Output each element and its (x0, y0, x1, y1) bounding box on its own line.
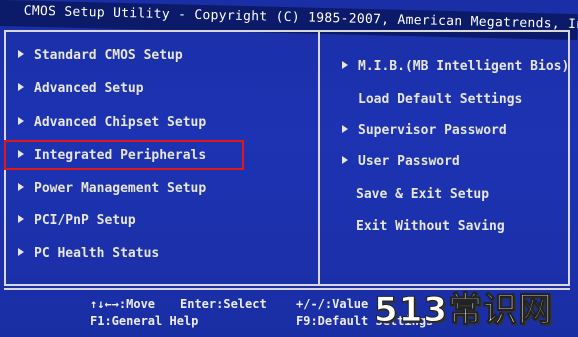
menu-item-advanced-chipset-setup[interactable]: Advanced Chipset Setup (18, 114, 206, 132)
menu-item-pci-pnp-setup[interactable]: PCI/PnP Setup (18, 212, 136, 230)
menu-item-label: Power Management Setup (34, 181, 207, 196)
submenu-arrow-icon (18, 150, 24, 158)
menu-item-label: PCI/PnP Setup (34, 213, 136, 228)
footer-help-hint: F1:General Help (90, 314, 199, 328)
site-watermark: 513常识网 (374, 290, 553, 331)
submenu-arrow-icon (18, 83, 24, 91)
menu-item-power-management-setup[interactable]: Power Management Setup (18, 180, 206, 198)
submenu-arrow-icon (18, 50, 24, 58)
menu-item-integrated-peripherals[interactable]: Integrated Peripherals (18, 147, 206, 165)
submenu-arrow-icon (18, 248, 24, 256)
menu-item-label: Save & Exit Setup (356, 187, 490, 202)
menu-item-exit-without-saving[interactable]: Exit Without Saving (340, 218, 505, 236)
submenu-arrow-icon (342, 61, 348, 69)
bios-screen: CMOS Setup Utility - Copyright (C) 1985-… (0, 0, 578, 337)
footer-move-hint: ↑↓←→:Move (90, 297, 156, 311)
menu-item-mib[interactable]: M.I.B.(MB Intelligent Bios) (342, 58, 569, 76)
menu-item-label: Supervisor Password (358, 123, 507, 138)
menu-item-label: PC Health Status (34, 246, 160, 261)
submenu-arrow-icon (18, 215, 24, 223)
menu-item-supervisor-password[interactable]: Supervisor Password (342, 122, 507, 140)
menu-item-label: M.I.B.(MB Intelligent Bios) (358, 59, 570, 74)
menu-item-user-password[interactable]: User Password (342, 153, 460, 171)
menu-item-load-default-settings[interactable]: Load Default Settings (342, 91, 522, 109)
menu-item-label: Load Default Settings (358, 92, 523, 107)
menu-item-label: Integrated Peripherals (34, 148, 207, 163)
menu-item-standard-cmos-setup[interactable]: Standard CMOS Setup (18, 47, 183, 65)
menu-item-label: Standard CMOS Setup (34, 48, 183, 63)
menu-item-save-exit-setup[interactable]: Save & Exit Setup (340, 186, 489, 204)
menu-divider (318, 30, 320, 286)
menu-item-label: Advanced Setup (34, 81, 144, 96)
menu-item-label: User Password (358, 154, 460, 169)
submenu-arrow-icon (342, 125, 348, 133)
menu-item-advanced-setup[interactable]: Advanced Setup (18, 80, 144, 98)
menu-item-label: Advanced Chipset Setup (34, 115, 207, 130)
submenu-arrow-icon (342, 156, 348, 164)
footer-select-hint: Enter:Select (180, 297, 267, 311)
submenu-arrow-icon (18, 183, 24, 191)
menu-item-label: Exit Without Saving (356, 219, 505, 234)
submenu-arrow-icon (18, 117, 24, 125)
footer-value-hint: +/-/:Value (296, 297, 369, 311)
menu-item-pc-health-status[interactable]: PC Health Status (18, 245, 159, 263)
